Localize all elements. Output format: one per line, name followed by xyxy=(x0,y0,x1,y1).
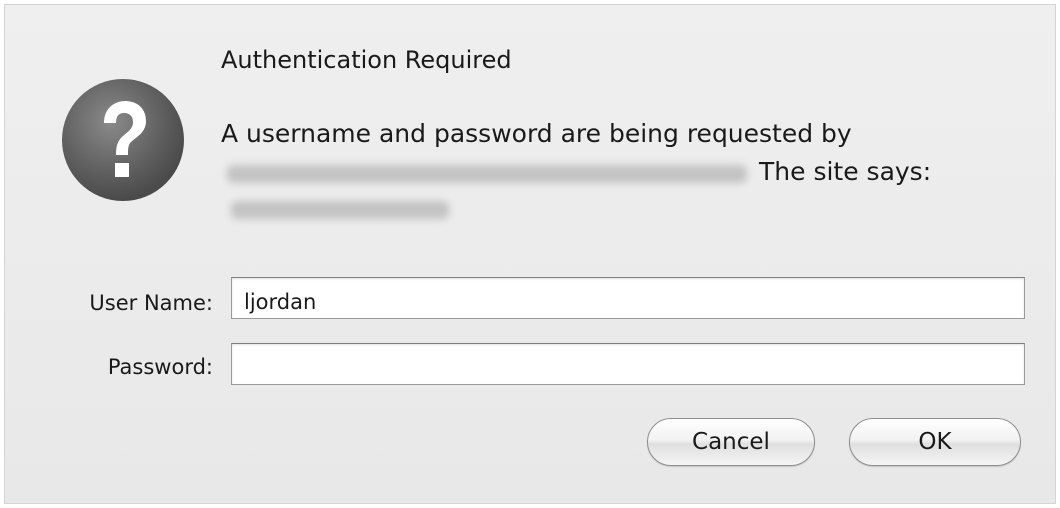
cancel-button[interactable]: Cancel xyxy=(647,418,815,466)
question-mark-icon xyxy=(60,77,186,203)
blurred-site-url xyxy=(227,165,747,183)
password-field[interactable] xyxy=(231,343,1025,385)
dialog-title: Authentication Required xyxy=(221,46,512,74)
site-says-text: The site says: xyxy=(759,157,932,186)
blurred-site-realm xyxy=(231,201,449,219)
ok-button[interactable]: OK xyxy=(849,418,1021,466)
username-field[interactable] xyxy=(231,277,1025,319)
password-label: Password: xyxy=(107,355,213,379)
auth-dialog: Authentication Required A username and p… xyxy=(4,4,1056,504)
auth-message: A username and password are being reques… xyxy=(221,119,852,148)
username-label: User Name: xyxy=(89,291,213,315)
